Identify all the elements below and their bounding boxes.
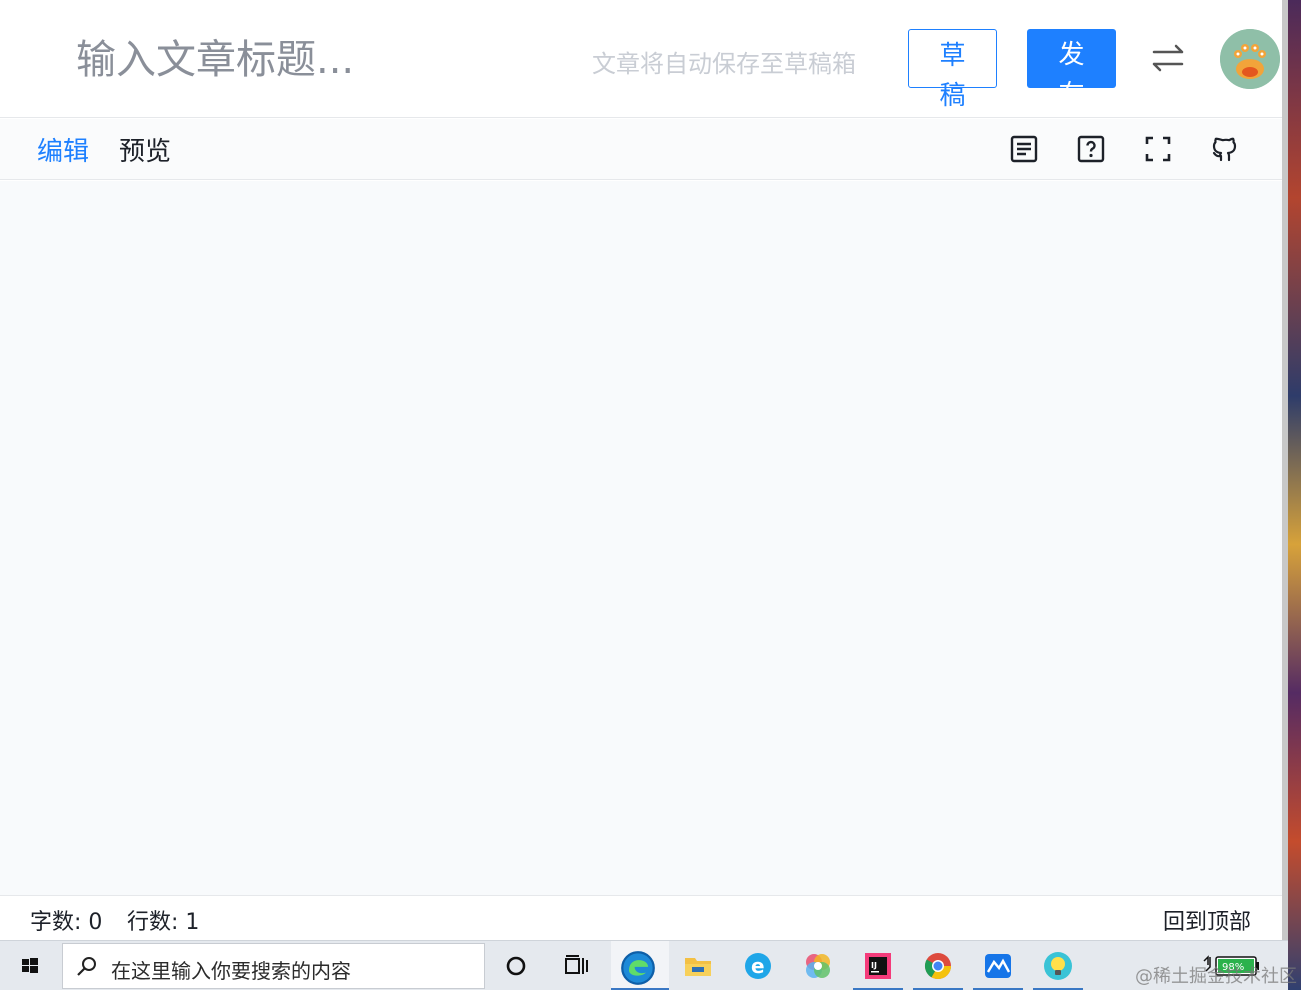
- ie-icon[interactable]: e: [733, 941, 783, 990]
- idea-bulb-icon[interactable]: [1033, 941, 1083, 990]
- cortana-icon[interactable]: [491, 941, 541, 990]
- lark-icon[interactable]: [973, 941, 1023, 990]
- github-icon[interactable]: [1209, 133, 1241, 165]
- status-bar: 字数: 0 行数: 1 回到顶部: [0, 895, 1282, 940]
- search-placeholder: 在这里输入你要搜索的内容: [111, 959, 351, 983]
- back-to-top-link[interactable]: 回到顶部: [1163, 904, 1251, 936]
- word-count: 字数: 0: [30, 910, 103, 935]
- autosave-hint: 文章将自动保存至草稿箱: [592, 50, 856, 78]
- desktop-wallpaper: [1288, 0, 1301, 990]
- editor-toolbar: 编辑 预览: [0, 119, 1282, 180]
- drafts-button[interactable]: 草稿箱: [908, 29, 997, 150]
- markdown-editor-area[interactable]: [0, 181, 1282, 895]
- user-avatar[interactable]: [1220, 29, 1280, 89]
- help-icon[interactable]: [1075, 133, 1107, 165]
- taskbar-search-box[interactable]: 在这里输入你要搜索的内容: [62, 943, 485, 989]
- color-app-icon[interactable]: [793, 941, 843, 990]
- task-view-icon[interactable]: [551, 941, 601, 990]
- article-title-input[interactable]: [60, 28, 560, 92]
- windows-logo-icon: [22, 958, 38, 973]
- tab-preview[interactable]: 预览: [119, 131, 171, 168]
- start-button[interactable]: [0, 941, 60, 990]
- editor-header: 文章将自动保存至草稿箱 草稿箱 发布: [0, 0, 1282, 150]
- app-window: 文章将自动保存至草稿箱 草稿箱 发布 编辑 预览: [0, 0, 1301, 990]
- publish-button[interactable]: 发布: [1027, 29, 1116, 88]
- search-icon: [77, 957, 96, 976]
- chrome-icon[interactable]: [913, 941, 963, 990]
- watermark: @稀土掘金技术社区: [1135, 966, 1297, 987]
- tab-edit[interactable]: 编辑: [37, 131, 89, 168]
- publish-button-label: 发布: [1058, 39, 1085, 88]
- intellij-icon[interactable]: IJ: [853, 941, 903, 990]
- fullscreen-icon[interactable]: [1142, 133, 1174, 165]
- table-of-contents-icon[interactable]: [1008, 133, 1040, 165]
- svg-text:e: e: [751, 954, 765, 978]
- line-count: 行数: 1: [127, 910, 200, 935]
- file-explorer-icon[interactable]: [673, 941, 723, 990]
- edge-icon[interactable]: [611, 941, 669, 990]
- windows-taskbar: 在这里输入你要搜索的内容 e IJ 98%: [0, 940, 1288, 990]
- switch-editor-icon[interactable]: [1148, 38, 1188, 78]
- svg-text:IJ: IJ: [871, 961, 877, 970]
